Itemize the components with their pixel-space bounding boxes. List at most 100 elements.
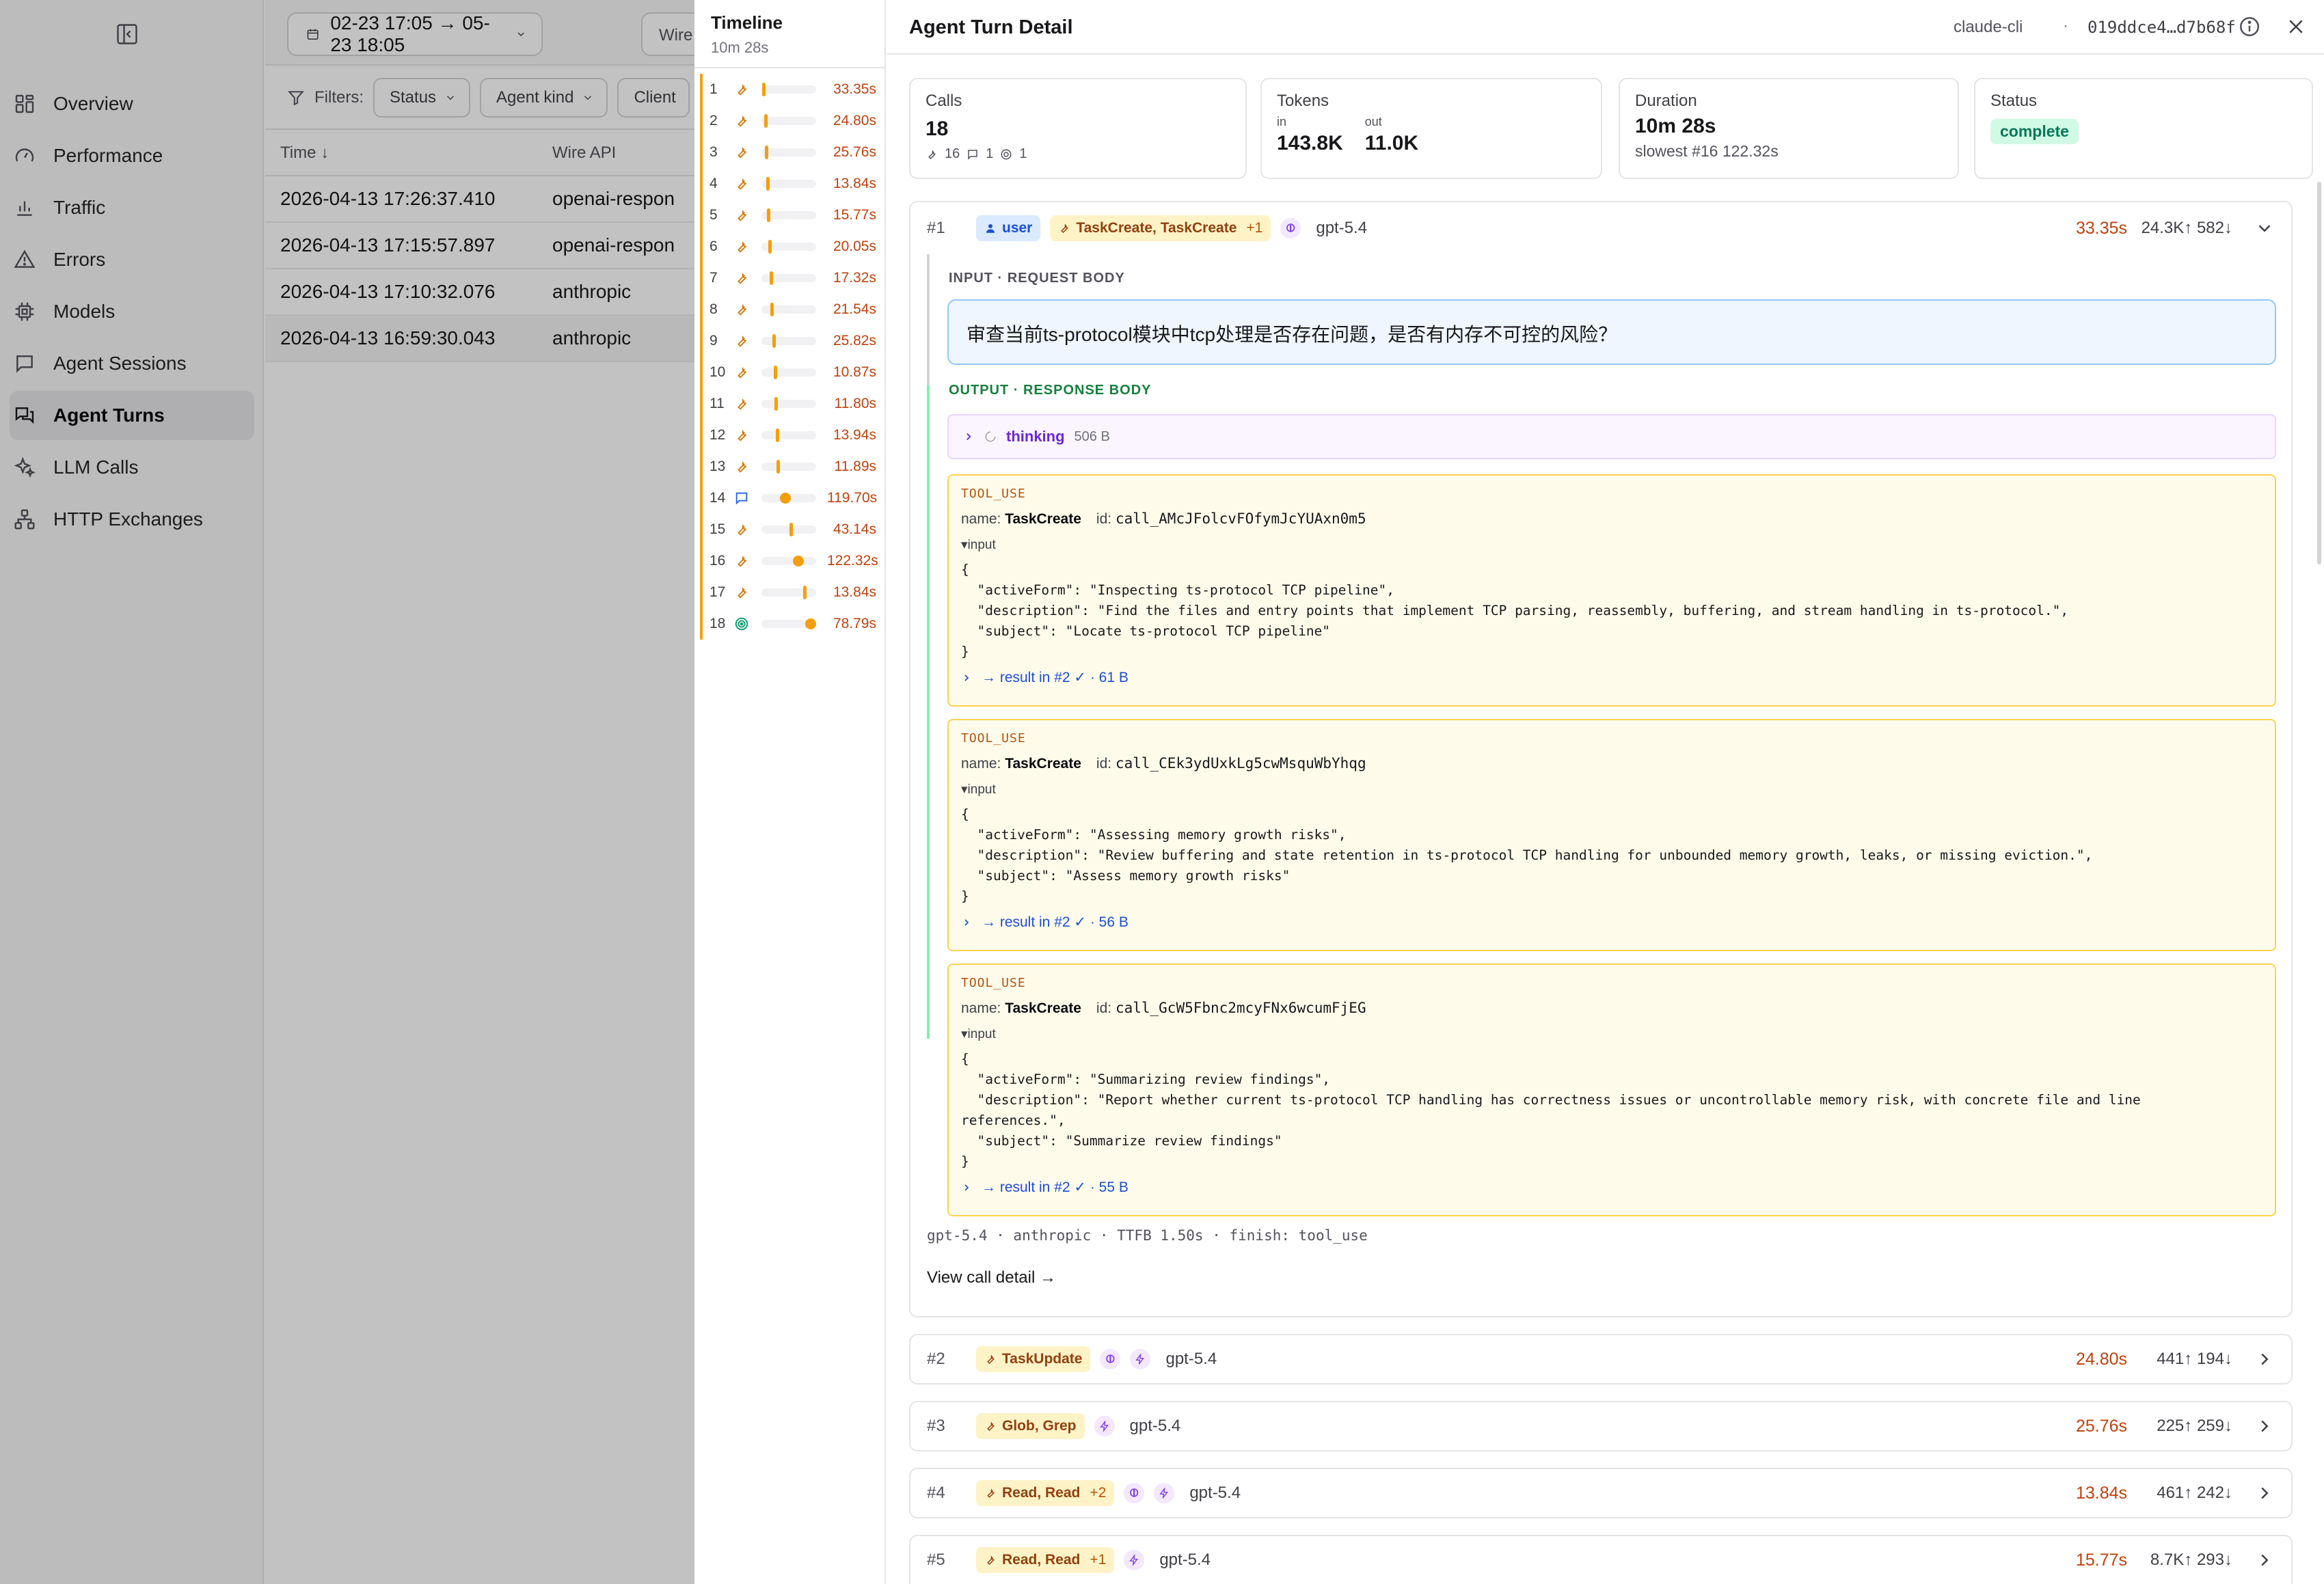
timeline-row[interactable]: 13 11.89s [700,451,882,482]
call-header[interactable]: #3 Glob, Grep gpt-5.4 25.76s 225↑ 259↓ [910,1402,2291,1450]
timeline-row[interactable]: 1 33.35s [700,74,882,105]
timeline-row[interactable]: 9 25.82s [700,325,882,357]
separator-dot: · [2063,16,2068,35]
input-toggle[interactable]: ▾input [961,1026,2262,1042]
scrollbar-thumb[interactable] [2317,182,2321,564]
chevron-right-icon[interactable] [2254,1550,2275,1570]
timeline-row-duration: 78.79s [833,616,876,631]
view-call-detail-link[interactable]: View call detail → [927,1268,1056,1287]
timeline-row-number: 17 [710,584,726,600]
wrench-icon [733,458,751,476]
stat-calls: Calls 18 16 1 1 [909,78,1247,179]
call-header[interactable]: #1 user TaskCreate, TaskCreate +1 ⦶ gpt-… [910,202,2291,254]
call-duration: 24.80s [2075,1349,2127,1369]
timeline-row[interactable]: 15 43.14s [700,514,882,545]
timeline-row-number: 11 [710,396,725,411]
timeline-row[interactable]: 12 13.94s [700,420,882,451]
timeline-row[interactable]: 7 17.32s [700,262,882,294]
timeline-bar [775,428,779,442]
reasoning-icon: ⦶ [1124,1483,1145,1503]
tools-chip: Read, Read +1 [976,1547,1115,1573]
wrench-icon [733,584,751,601]
tool-result-text: → result in #2 ✓ · 56 B [982,914,1129,930]
timeline-row[interactable]: 2 24.80s [700,105,882,137]
timeline-row-duration: 13.84s [833,176,876,191]
wrench-icon [987,1421,995,1432]
tool-result-link[interactable]: → result in #2 ✓ · 61 B [961,669,2262,686]
tokens-out: 11.0K [1364,132,1419,154]
id-key: id: [1096,511,1112,527]
timeline-row-number: 5 [710,207,718,223]
timeline-row-duration: 25.76s [833,144,876,160]
timeline-row[interactable]: 6 20.05s [700,231,882,262]
timeline-track [761,428,816,442]
info-icon[interactable] [2238,15,2261,38]
chevron-right-icon[interactable] [2254,1483,2275,1503]
timeline-track [761,397,816,411]
chevron-right-icon[interactable] [2254,1349,2275,1369]
timeline-row[interactable]: 18 78.79s [700,608,882,640]
timeline-row[interactable]: 4 13.84s [700,168,882,200]
timeline-header: Timeline 10m 28s [694,0,884,68]
tools-more: +1 [1246,220,1263,236]
chevron-right-icon [964,674,969,681]
stat-status: Status complete [1974,78,2313,179]
timeline-bar [805,618,816,629]
close-icon[interactable] [2286,16,2306,37]
tool-name: TaskCreate [1005,756,1081,771]
modal-backdrop[interactable] [0,0,694,1584]
timeline-row-number: 18 [710,616,726,631]
call-card[interactable]: #5 Read, Read +1 gpt-5.4 15.77s 8.7K↑ 293… [909,1535,2293,1584]
timeline-row[interactable]: 8 21.54s [700,294,882,325]
chevron-right-icon[interactable] [2254,1416,2275,1436]
wrench-icon [733,426,751,444]
call-header[interactable]: #2 TaskUpdate ⦶ gpt-5.4 24.80s 441↑ 194↓ [910,1335,2291,1383]
thinking-block[interactable]: thinking 506 B [947,414,2276,459]
message-call-count: 1 [986,146,994,161]
timeline-row[interactable]: 16 122.32s [700,545,882,577]
call-number: #1 [927,219,945,237]
target-icon [733,615,751,633]
input-toggle[interactable]: ▾input [961,537,2262,553]
timeline-track [761,460,816,474]
timeline-row[interactable]: 5 15.77s [700,200,882,231]
timeline-row[interactable]: 14 119.70s [700,482,882,514]
agent-kind-label: claude-cli [1954,18,2023,36]
timeline-row-duration: 17.32s [833,270,876,286]
timeline-bar [769,271,773,285]
call-header[interactable]: #5 Read, Read +1 gpt-5.4 15.77s 8.7K↑ 293… [910,1536,2291,1584]
stat-breakdown: 16 1 1 [925,146,1245,162]
timeline-row[interactable]: 3 25.76s [700,137,882,168]
timeline-row-duration: 20.05s [833,238,876,254]
tool-use-kind: TOOL_USE [961,731,1026,746]
call-header[interactable]: #4 Read, Read +2 ⦶ gpt-5.4 13.84s 461↑ 24… [910,1469,2291,1517]
timeline-row[interactable]: 17 13.84s [700,577,882,608]
timeline-row[interactable]: 11 11.80s [700,388,882,420]
page-title: Agent Turn Detail [909,16,1073,38]
role-chip: user [976,215,1041,241]
tool-result-link[interactable]: → result in #2 ✓ · 55 B [961,1179,2262,1196]
call-card[interactable]: #2 TaskUpdate ⦶ gpt-5.4 24.80s 441↑ 194↓ [909,1334,2293,1384]
timeline-track [761,208,816,222]
timeline-row[interactable]: 10 10.87s [700,357,882,388]
wrench-icon [733,144,751,161]
tokens-in: 143.8K [1277,132,1343,154]
call-card[interactable]: #3 Glob, Grep gpt-5.4 25.76s 225↑ 259↓ [909,1401,2293,1451]
input-toggle[interactable]: ▾input [961,782,2262,797]
wrench-icon [987,1488,995,1499]
tool-result-text: → result in #2 ✓ · 61 B [982,670,1129,685]
tool-use-name-line: name: TaskCreate id: call_GcW5Fbnc2mcyFNx… [961,1000,2262,1017]
timeline-bar [773,366,777,379]
timeline-row-duration: 13.94s [833,427,876,443]
stat-label: Calls [925,92,962,110]
chevron-down-icon[interactable] [2254,218,2275,238]
call-duration: 15.77s [2075,1550,2127,1570]
call-card[interactable]: #4 Read, Read +2 ⦶ gpt-5.4 13.84s 461↑ 24… [909,1468,2293,1518]
model-name: gpt-5.4 [1159,1551,1211,1569]
wrench-icon [733,332,751,350]
timeline-bar [764,114,768,128]
status-badge: complete [1990,119,2079,144]
timeline-track [761,556,816,566]
turn-id[interactable]: 019ddce4…d7b68f [2087,18,2236,37]
tool-result-link[interactable]: → result in #2 ✓ · 56 B [961,914,2262,931]
